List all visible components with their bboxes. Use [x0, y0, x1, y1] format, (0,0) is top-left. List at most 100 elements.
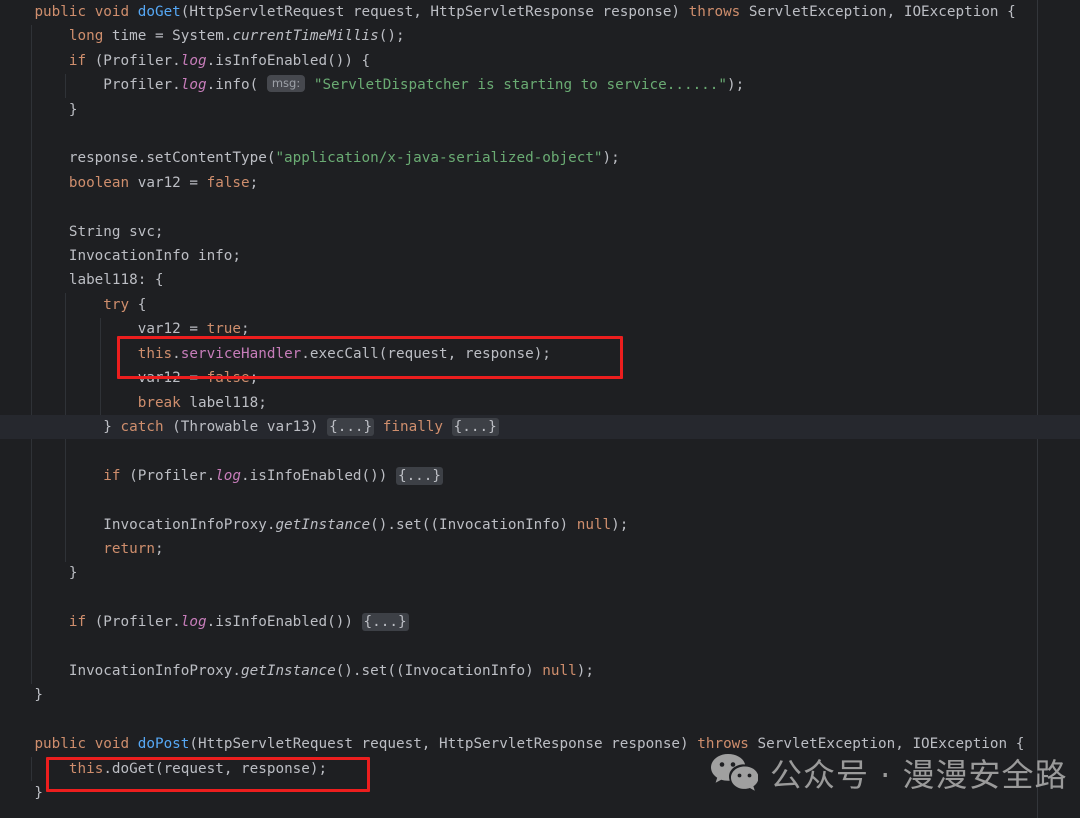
code-line[interactable]: var12 = false; — [0, 366, 1080, 390]
code-token: response.setContentType( — [0, 150, 275, 166]
code-token: throws — [689, 4, 741, 20]
code-token — [0, 395, 138, 411]
code-line[interactable] — [0, 488, 1080, 512]
code-token: serviceHandler — [181, 346, 302, 362]
code-token: boolean — [69, 175, 129, 191]
code-token: InvocationInfoProxy. — [0, 663, 241, 679]
code-line[interactable] — [0, 635, 1080, 659]
code-token: null — [542, 663, 576, 679]
code-line[interactable]: if (Profiler.log.isInfoEnabled()) {...} — [0, 464, 1080, 488]
code-token: ; — [250, 175, 259, 191]
code-token: InvocationInfo info; — [0, 248, 241, 264]
code-token — [0, 468, 103, 484]
code-token: } — [0, 102, 77, 118]
code-token: void — [95, 4, 129, 20]
code-line[interactable]: } — [0, 561, 1080, 585]
code-token: ().set((InvocationInfo) — [336, 663, 543, 679]
code-token: .isInfoEnabled()) { — [207, 53, 371, 69]
code-token: public — [34, 736, 86, 752]
code-token: .info( — [207, 77, 267, 93]
code-token — [0, 175, 69, 191]
code-line[interactable] — [0, 586, 1080, 610]
code-token: ); — [611, 517, 628, 533]
code-token: } — [0, 419, 121, 435]
folded-region[interactable]: {...} — [362, 613, 409, 631]
code-line[interactable] — [0, 439, 1080, 463]
code-line[interactable]: label118: { — [0, 268, 1080, 292]
code-line[interactable]: public void doGet(HttpServletRequest req… — [0, 0, 1080, 24]
code-line[interactable]: InvocationInfo info; — [0, 244, 1080, 268]
code-token: Profiler. — [0, 77, 181, 93]
code-token — [374, 419, 383, 435]
code-token: (); — [379, 28, 405, 44]
code-token: public — [34, 4, 86, 20]
folded-region[interactable]: {...} — [327, 418, 374, 436]
code-token: doGet — [138, 4, 181, 20]
folded-region[interactable]: {...} — [396, 467, 443, 485]
code-line[interactable] — [0, 195, 1080, 219]
code-token: if — [103, 468, 120, 484]
code-token — [305, 77, 314, 93]
code-line[interactable]: String svc; — [0, 220, 1080, 244]
code-token: .isInfoEnabled()) — [241, 468, 396, 484]
code-line[interactable]: } — [0, 683, 1080, 707]
wechat-icon — [710, 752, 758, 794]
code-token — [129, 4, 138, 20]
code-token: ); — [603, 150, 620, 166]
code-token: String svc; — [0, 224, 164, 240]
code-token — [443, 419, 452, 435]
code-token: } — [0, 565, 77, 581]
code-line[interactable]: if (Profiler.log.isInfoEnabled()) {...} — [0, 610, 1080, 634]
watermark: 公众号 · 漫漫安全路 — [710, 750, 1068, 796]
code-token: void — [95, 736, 129, 752]
code-token — [0, 761, 69, 777]
code-token: return — [103, 541, 155, 557]
code-token: { — [129, 297, 146, 313]
watermark-label: 公众号 · 漫漫安全路 — [770, 750, 1068, 796]
code-token: false — [207, 175, 250, 191]
code-token: } — [0, 687, 43, 703]
code-line[interactable]: InvocationInfoProxy.getInstance().set((I… — [0, 659, 1080, 683]
code-line[interactable]: long time = System.currentTimeMillis(); — [0, 24, 1080, 48]
code-token — [0, 346, 138, 362]
code-token: . — [172, 346, 181, 362]
code-token: null — [577, 517, 611, 533]
code-token: ); — [727, 77, 744, 93]
code-token: ); — [577, 663, 594, 679]
code-token: getInstance — [275, 517, 370, 533]
code-line[interactable]: response.setContentType("application/x-j… — [0, 146, 1080, 170]
code-line[interactable]: try { — [0, 293, 1080, 317]
code-token: ; — [250, 370, 259, 386]
code-token: long — [69, 28, 103, 44]
code-line[interactable]: var12 = true; — [0, 317, 1080, 341]
code-line[interactable]: break label118; — [0, 391, 1080, 415]
code-line[interactable] — [0, 708, 1080, 732]
code-token: getInstance — [241, 663, 336, 679]
code-token — [0, 4, 34, 20]
code-token — [0, 28, 69, 44]
code-line[interactable]: InvocationInfoProxy.getInstance().set((I… — [0, 513, 1080, 537]
code-token: doPost — [138, 736, 190, 752]
code-token — [0, 736, 34, 752]
code-line[interactable]: if (Profiler.log.isInfoEnabled()) { — [0, 49, 1080, 73]
code-line[interactable]: return; — [0, 537, 1080, 561]
code-line[interactable]: this.serviceHandler.execCall(request, re… — [0, 342, 1080, 366]
code-line[interactable]: } — [0, 98, 1080, 122]
code-line[interactable] — [0, 122, 1080, 146]
code-token: (Profiler. — [86, 53, 181, 69]
code-line[interactable]: Profiler.log.info( msg: "ServletDispatch… — [0, 73, 1080, 97]
code-token — [0, 614, 69, 630]
code-token: var12 = — [0, 321, 207, 337]
code-area[interactable]: public void doGet(HttpServletRequest req… — [0, 0, 1080, 805]
code-token: if — [69, 614, 86, 630]
folded-region[interactable]: {...} — [452, 418, 499, 436]
code-token: finally — [383, 419, 443, 435]
code-line[interactable]: boolean var12 = false; — [0, 171, 1080, 195]
parameter-hint-msg: msg: — [267, 75, 305, 92]
code-token: label118: { — [0, 272, 164, 288]
code-token: "application/x-java-serialized-object" — [275, 150, 602, 166]
code-editor[interactable]: public void doGet(HttpServletRequest req… — [0, 0, 1080, 818]
code-line[interactable]: } catch (Throwable var13) {...} finally … — [0, 415, 1080, 439]
code-token: this — [138, 346, 172, 362]
code-token: .execCall(request, response); — [301, 346, 551, 362]
